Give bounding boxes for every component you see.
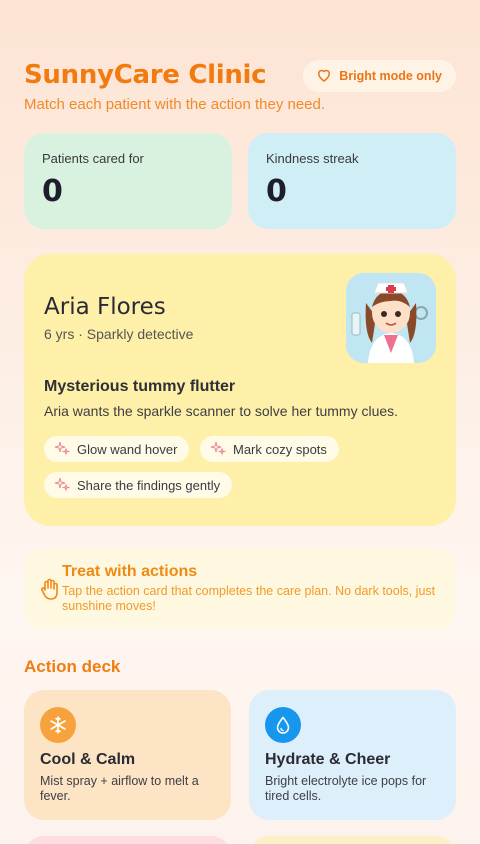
action-title: Hydrate & Cheer [265, 751, 391, 768]
sparkle-icon [210, 440, 227, 459]
chip-label: Share the findings gently [77, 477, 221, 493]
case-title: Mysterious tummy flutter [44, 378, 236, 395]
heart-icon [315, 66, 333, 87]
patients-cared-card: Patients cared for 0 [24, 133, 232, 229]
care-step-chip: Glow wand hover [44, 436, 190, 462]
app-subtitle: Match each patient with the action they … [24, 96, 326, 113]
action-card-cool-calm[interactable]: Cool & Calm Mist spray + airflow to melt… [24, 690, 231, 820]
kindness-streak-card: Kindness streak 0 [248, 133, 456, 229]
action-card-hydrate-cheer[interactable]: Hydrate & Cheer Bright electrolyte ice p… [249, 690, 456, 820]
stat-label: Kindness streak [266, 151, 359, 166]
bright-mode-pill[interactable]: Bright mode only [303, 60, 456, 92]
patient-card: Aria Flores 6 yrs · Sparkly detective My… [24, 254, 456, 526]
chip-label: Glow wand hover [77, 441, 178, 457]
snowflake-icon [40, 707, 76, 743]
hint-text: Tap the action card that completes the c… [62, 584, 436, 613]
action-description: Mist spray + airflow to melt a fever. [40, 774, 199, 803]
mode-label: Bright mode only [339, 69, 442, 83]
header: SunnyCare Clinic Match each patient with… [24, 60, 456, 113]
action-card[interactable] [24, 836, 231, 844]
stat-label: Patients cared for [42, 151, 144, 166]
action-title: Cool & Calm [40, 751, 136, 768]
chip-label: Mark cozy spots [233, 441, 327, 457]
stat-value: 0 [266, 174, 287, 209]
care-step-chip: Mark cozy spots [200, 436, 339, 462]
case-description: Aria wants the sparkle scanner to solve … [44, 403, 399, 419]
hint-title: Treat with actions [62, 563, 198, 580]
droplet-icon [265, 707, 301, 743]
sparkle-icon [54, 440, 71, 459]
sparkle-icon [54, 476, 71, 495]
hand-icon [40, 577, 62, 601]
treat-hint-card: Treat with actions Tap the action card t… [24, 549, 456, 629]
patient-meta: 6 yrs · Sparkly detective [44, 326, 194, 342]
action-card[interactable] [249, 836, 456, 844]
action-description: Bright electrolyte ice pops for tired ce… [265, 774, 427, 803]
care-step-chip: Share the findings gently [44, 472, 233, 498]
patient-avatar [346, 273, 436, 363]
action-deck-title: Action deck [24, 657, 121, 676]
stat-value: 0 [42, 174, 63, 209]
patient-name: Aria Flores [44, 294, 166, 320]
